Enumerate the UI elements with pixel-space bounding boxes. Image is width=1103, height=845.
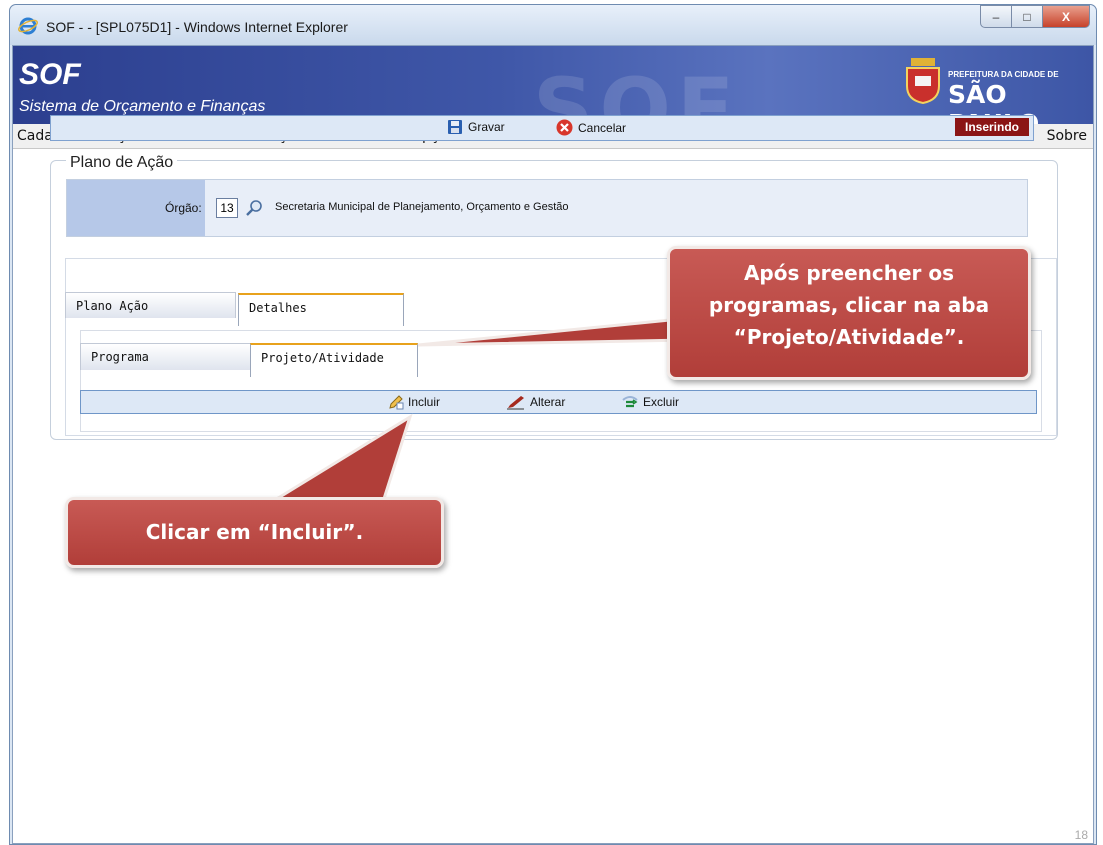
app-banner: SOF SOF Sistema de Orçamento e Finanças … (13, 46, 1093, 124)
window-title: SOF - - [SPL075D1] - Windows Internet Ex… (46, 19, 348, 35)
record-toolbar: Gravar Cancelar Inserindo (50, 115, 1034, 141)
tab-projeto-atividade[interactable]: Projeto/Atividade (250, 343, 418, 377)
excluir-label: Excluir (643, 395, 680, 409)
title-bar: SOF - - [SPL075D1] - Windows Internet Ex… (10, 5, 1096, 45)
save-label: Gravar (468, 120, 505, 134)
page-number: 18 (1074, 828, 1088, 842)
orgao-name: Secretaria Municipal de Planejamento, Or… (275, 201, 569, 213)
status-badge: Inserindo (954, 118, 1029, 136)
app-subtitle: Sistema de Orçamento e Finanças (19, 98, 266, 115)
browser-window: SOF - - [SPL075D1] - Windows Internet Ex… (9, 4, 1097, 845)
tab-programa[interactable]: Programa (80, 343, 251, 370)
window-controls: – □ X (980, 5, 1090, 28)
prefeitura-label: PREFEITURA DA CIDADE DE (948, 70, 1059, 79)
callout-projeto-atividade: Após preencher os programas, clicar na a… (667, 246, 1031, 380)
orgao-panel: Órgão: 13 Secretaria Municipal de Planej… (66, 179, 1028, 237)
callout-incluir: Clicar em “Incluir”. (65, 497, 444, 568)
incluir-button[interactable]: Incluir (388, 394, 440, 410)
callout-line-3: “Projeto/Atividade”. (733, 325, 965, 349)
pen-edit-icon (507, 396, 524, 410)
maximize-button[interactable]: □ (1011, 5, 1043, 28)
callout-line-2: programas, clicar na aba (708, 293, 990, 317)
menu-sobre[interactable]: Sobre (1047, 128, 1087, 144)
callout-line-1: Após preencher os (743, 261, 955, 285)
internet-explorer-icon (18, 17, 38, 35)
floppy-disk-icon (448, 120, 462, 134)
action-bar: Incluir Alterar Excluir (80, 390, 1037, 414)
save-button[interactable]: Gravar (447, 119, 505, 135)
search-icon[interactable] (245, 199, 263, 217)
close-button[interactable]: X (1042, 5, 1090, 28)
alterar-button[interactable]: Alterar (506, 394, 565, 410)
minimize-button[interactable]: – (980, 5, 1012, 28)
cancel-button[interactable]: Cancelar (556, 119, 626, 136)
sof-logo: SOF (19, 58, 81, 91)
alterar-label: Alterar (530, 395, 566, 409)
pencil-plus-icon (389, 395, 404, 410)
fieldset-legend: Plano de Ação (66, 154, 178, 172)
orgao-label: Órgão: (165, 201, 202, 215)
city-crest-icon (906, 58, 940, 104)
cancel-x-icon (556, 119, 573, 136)
cancel-label: Cancelar (578, 120, 627, 135)
incluir-label: Incluir (408, 395, 441, 409)
tab-plano-acao[interactable]: Plano Ação (65, 292, 236, 318)
tab-detalhes[interactable]: Detalhes (238, 293, 404, 326)
delete-icon (622, 396, 638, 408)
excluir-button[interactable]: Excluir (621, 394, 679, 410)
orgao-code-input[interactable]: 13 (216, 198, 238, 218)
